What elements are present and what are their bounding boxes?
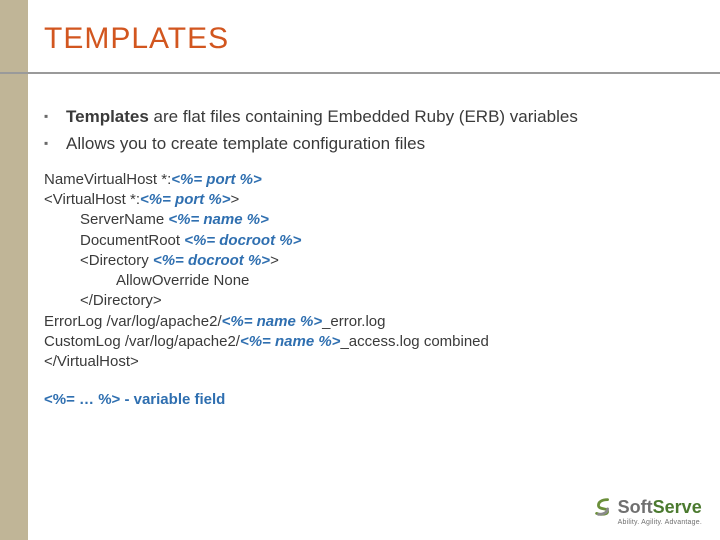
logo-wordmark: SoftServe <box>618 498 702 516</box>
code-text: <VirtualHost *: <box>44 191 140 208</box>
title-underline <box>0 72 720 74</box>
code-text: ErrorLog /var/log/apache2/ <box>44 313 222 330</box>
code-text: </VirtualHost> <box>44 353 139 370</box>
code-line: </VirtualHost> <box>44 352 684 372</box>
code-line: AllowOverride None <box>44 271 684 291</box>
erb-variable: <%= docroot %> <box>184 232 301 249</box>
code-text: ServerName <box>80 211 168 228</box>
code-line: DocumentRoot <%= docroot %> <box>44 231 684 251</box>
bullet-strong: Templates <box>66 107 149 126</box>
erb-variable: <%= port %> <box>140 191 230 208</box>
content-area: Templates are flat files containing Embe… <box>44 106 684 411</box>
legend-text: <%= … %> - variable field <box>44 390 684 410</box>
bullet-item: Allows you to create template configurat… <box>44 133 684 156</box>
code-line: ServerName <%= name %> <box>44 210 684 230</box>
logo-tagline: Ability. Agility. Advantage. <box>618 519 702 526</box>
code-text: > <box>270 252 279 269</box>
code-text: <Directory <box>80 252 153 269</box>
code-text: AllowOverride None <box>116 272 249 289</box>
erb-variable: <%= name %> <box>240 333 340 350</box>
erb-variable: <%= name %> <box>168 211 268 228</box>
code-text: > <box>230 191 239 208</box>
code-text: DocumentRoot <box>80 232 184 249</box>
code-line: CustomLog /var/log/apache2/<%= name %>_a… <box>44 332 684 352</box>
code-text: CustomLog /var/log/apache2/ <box>44 333 240 350</box>
code-text: NameVirtualHost *: <box>44 171 171 188</box>
brand-logo: SoftServe Ability. Agility. Advantage. <box>592 496 702 526</box>
code-line: <Directory <%= docroot %>> <box>44 251 684 271</box>
bullet-text: Allows you to create template configurat… <box>66 134 425 153</box>
left-accent-stripe <box>0 0 28 540</box>
code-text: _access.log combined <box>340 333 488 350</box>
code-line: ErrorLog /var/log/apache2/<%= name %>_er… <box>44 312 684 332</box>
code-block: NameVirtualHost *:<%= port %> <VirtualHo… <box>44 170 684 373</box>
code-line: NameVirtualHost *:<%= port %> <box>44 170 684 190</box>
erb-variable: <%= port %> <box>171 171 261 188</box>
bullet-list: Templates are flat files containing Embe… <box>44 106 684 156</box>
erb-variable: <%= name %> <box>222 313 322 330</box>
code-line: </Directory> <box>44 291 684 311</box>
page-title: TEMPLATES <box>44 22 229 56</box>
logo-s-icon <box>592 496 614 518</box>
erb-variable: <%= docroot %> <box>153 252 270 269</box>
code-line: <VirtualHost *:<%= port %>> <box>44 190 684 210</box>
bullet-item: Templates are flat files containing Embe… <box>44 106 684 129</box>
code-text: </Directory> <box>80 292 162 309</box>
logo-word-b: Serve <box>653 497 702 517</box>
logo-word-a: Soft <box>618 497 653 517</box>
code-text: _error.log <box>322 313 385 330</box>
bullet-text: are flat files containing Embedded Ruby … <box>149 107 578 126</box>
